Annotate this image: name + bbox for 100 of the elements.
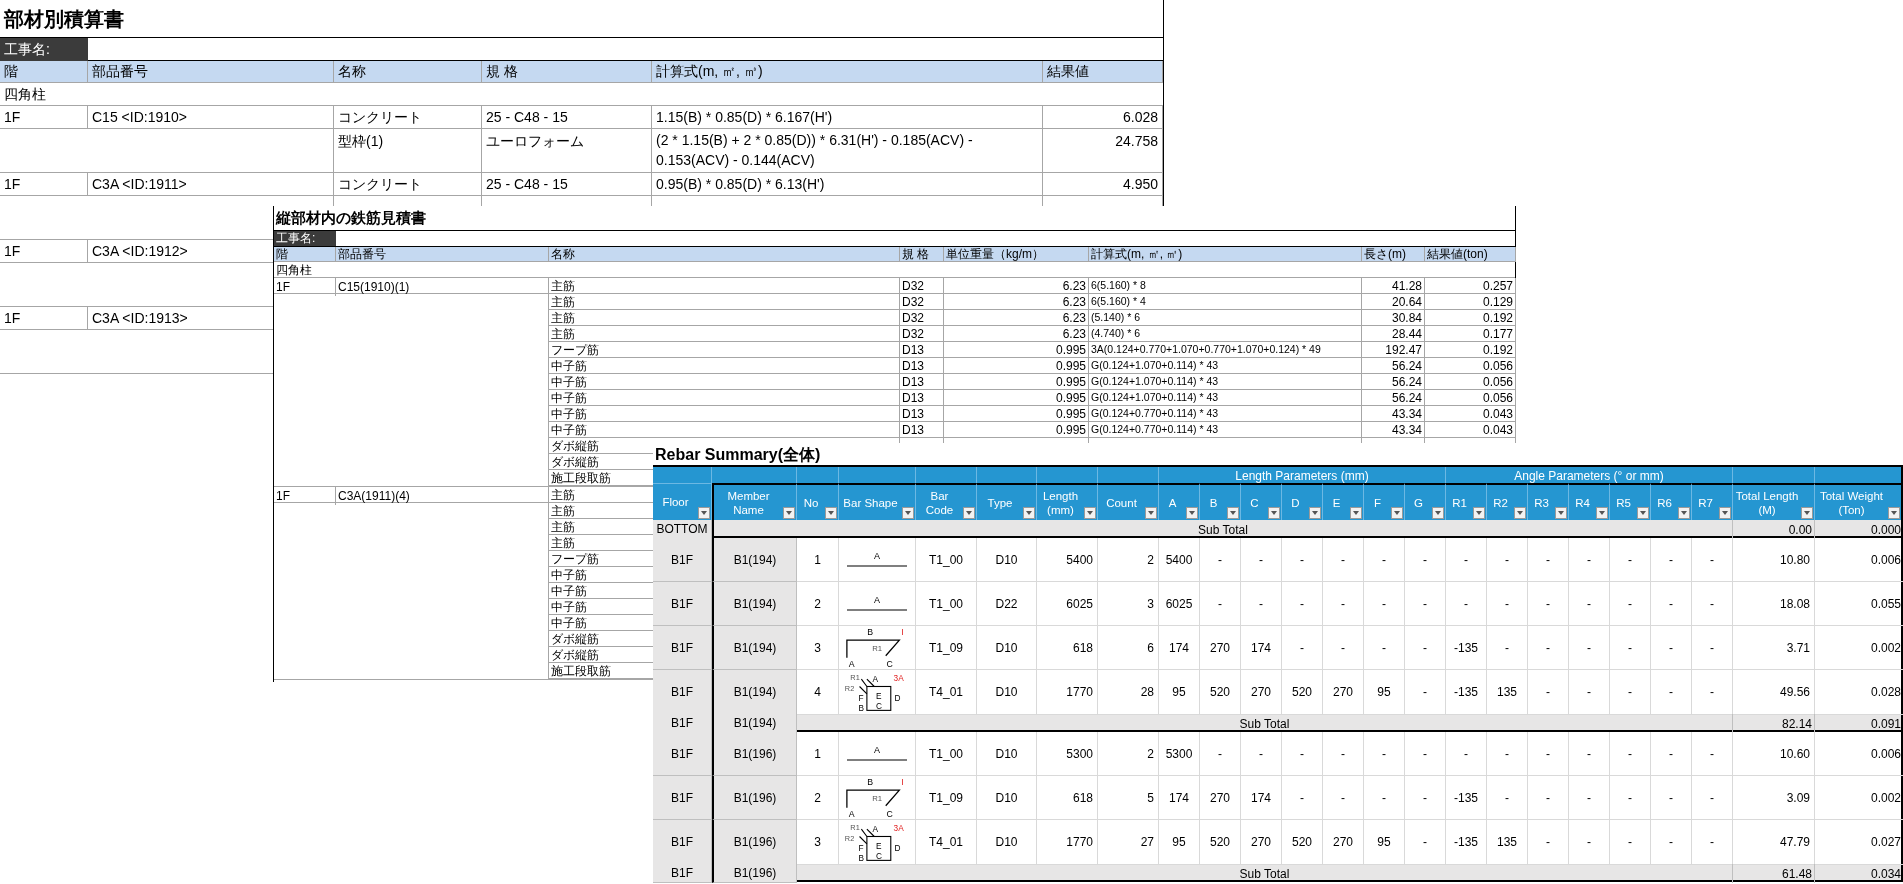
filter-button[interactable] [825, 507, 837, 519]
table-cell: 20.64 [1362, 294, 1425, 310]
table-cell: 0.95(B) * 0.85(D) * 6.13(H') [652, 173, 1043, 196]
table-cell: - [1200, 732, 1241, 776]
column-label: R7 [1698, 496, 1713, 509]
column-header: 単位重量（kg/m） [944, 247, 1089, 262]
table-cell: - [1651, 732, 1692, 776]
column-label: Count [1106, 496, 1137, 509]
column-header: 名称 [334, 61, 482, 83]
table-cell: 5400 [1159, 538, 1200, 582]
table-cell: B1(194) [712, 670, 797, 715]
table-cell: 0.995 [944, 390, 1089, 406]
filter-button[interactable] [902, 507, 914, 519]
filter-button[interactable] [1391, 507, 1403, 519]
table-cell-text: C15(1910)(1) [337, 279, 411, 296]
table-cell: 174 [1241, 626, 1282, 670]
filter-button[interactable] [1227, 507, 1239, 519]
column-label: G [1414, 496, 1423, 509]
table-cell: - [1487, 538, 1528, 582]
table-cell: 6025 [1037, 582, 1098, 626]
table-cell: 3A(0.124+0.770+1.070+0.770+1.070+0.124) * 49 [1089, 342, 1362, 358]
table-cell: 0.00 [1733, 520, 1815, 539]
filter-button[interactable] [1801, 507, 1813, 519]
table-cell: 1 [797, 538, 839, 582]
table-cell: -135 [1446, 776, 1487, 820]
table-cell: フープ筋 [549, 342, 900, 358]
caret-icon [1087, 511, 1093, 515]
filter-button[interactable] [1186, 507, 1198, 519]
caret-icon [1681, 511, 1687, 515]
table-cell: 3 [1098, 582, 1159, 626]
table-cell: 0.995 [944, 342, 1089, 358]
column-label: D [1291, 496, 1300, 509]
column-label: B [1209, 496, 1218, 509]
table-cell: 10.60 [1733, 732, 1815, 776]
column-header: 計算式(m, ㎡, ㎥) [1089, 247, 1362, 262]
table-cell: 0.055 [1815, 582, 1903, 626]
filter-button[interactable] [1555, 507, 1567, 519]
filter-button[interactable] [1145, 507, 1157, 519]
caret-icon [1271, 511, 1277, 515]
table-cell: G(0.124+1.070+0.114) * 43 [1089, 374, 1362, 390]
table-cell: - [1692, 732, 1733, 776]
table-cell: - [1528, 538, 1569, 582]
caret-icon [1312, 511, 1318, 515]
table-cell: 主筋 [549, 294, 900, 310]
caret-icon [701, 511, 707, 515]
table-cell: - [1528, 626, 1569, 670]
filter-button[interactable] [1268, 507, 1280, 519]
filter-button[interactable] [1432, 507, 1444, 519]
table-cell: 中子筋 [549, 422, 900, 438]
column-label: F [1374, 496, 1381, 509]
table-cell: 6.028 [1043, 106, 1163, 129]
table-cell: - [1610, 538, 1651, 582]
table-cell: 6.23 [944, 278, 1089, 294]
filter-button[interactable] [1678, 507, 1690, 519]
table-cell: 0.056 [1425, 374, 1516, 390]
table-cell: T1_09 [916, 626, 977, 670]
table-cell: 618 [1037, 776, 1098, 820]
filter-button[interactable] [1473, 507, 1485, 519]
column-header: 規 格 [482, 61, 652, 83]
table-cell: - [1241, 538, 1282, 582]
filter-button[interactable] [698, 507, 710, 519]
filter-button[interactable] [1023, 507, 1035, 519]
filter-button[interactable] [1514, 507, 1526, 519]
table-cell: - [1200, 538, 1241, 582]
table-cell: - [1446, 538, 1487, 582]
table-cell: 1F [0, 240, 88, 263]
table-cell: - [1405, 732, 1446, 776]
table-cell: 61.48 [1733, 864, 1815, 883]
table-cell: 25 - C48 - 15 [482, 173, 652, 196]
column-label: A [1168, 496, 1177, 509]
table-cell: - [1692, 626, 1733, 670]
table-cell: 24.758 [1043, 129, 1163, 173]
table-cell: - [1364, 538, 1405, 582]
filter-button[interactable] [963, 507, 975, 519]
table-cell: G(0.124+1.070+0.114) * 43 [1089, 358, 1362, 374]
filter-button[interactable] [1637, 507, 1649, 519]
filter-button[interactable] [1888, 507, 1900, 519]
caret-icon [1476, 511, 1482, 515]
table-cell: 43.34 [1362, 406, 1425, 422]
table-cell: - [1364, 582, 1405, 626]
filter-button[interactable] [1596, 507, 1608, 519]
table-cell: - [1200, 582, 1241, 626]
filter-button[interactable] [1309, 507, 1321, 519]
caret-icon [1517, 511, 1523, 515]
filter-button[interactable] [1084, 507, 1096, 519]
table-cell: - [1487, 626, 1528, 670]
sheet-title: 縦部材内の鉄筋見積書 [276, 207, 426, 228]
table-cell: D10 [977, 626, 1037, 670]
table-cell: 0.192 [1425, 342, 1516, 358]
filter-button[interactable] [783, 507, 795, 519]
column-header: 長さ(m) [1362, 247, 1425, 262]
table-cell: 1F [0, 307, 88, 330]
category-row: 四角柱 [0, 83, 1163, 106]
table-cell: - [1569, 538, 1610, 582]
filter-button[interactable] [1350, 507, 1362, 519]
table-cell: - [1569, 626, 1610, 670]
table-cell: (2 * 1.15(B) + 2 * 0.85(D)) * 6.31(H') - 0.185(ACV) - 0.153(ACV) - 0.144(ACV) [652, 129, 1043, 173]
filter-button[interactable] [1719, 507, 1731, 519]
table-cell: D32 [900, 278, 944, 294]
table-cell: 6(5.160) * 8 [1089, 278, 1362, 294]
